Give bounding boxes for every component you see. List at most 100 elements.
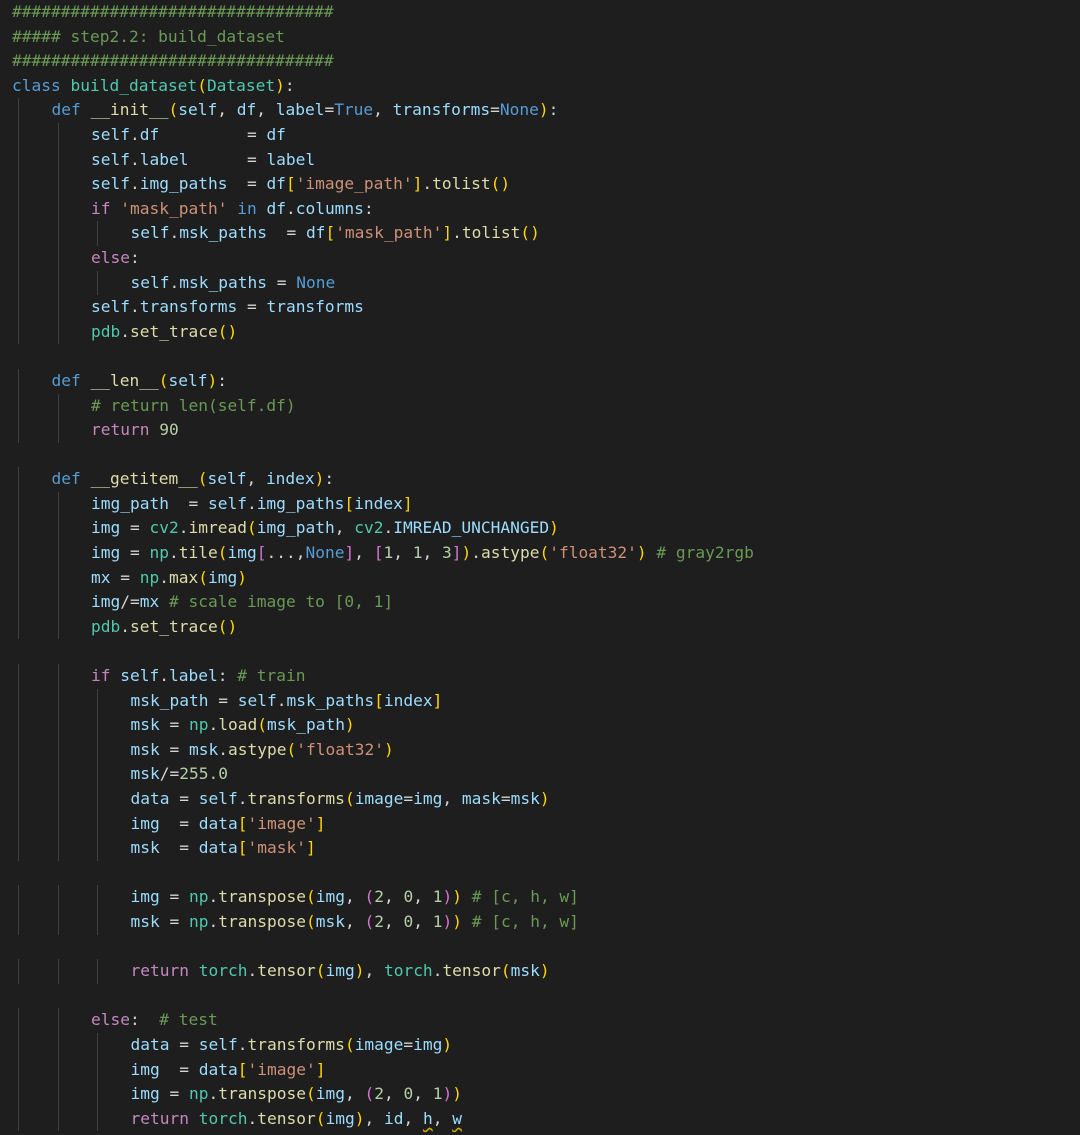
code-token: .: [129, 149, 140, 169]
code-line: img = data['image']: [12, 1057, 1076, 1083]
code-token: data: [130, 789, 170, 808]
code-token: return: [130, 961, 189, 981]
code-token: msk_path: [130, 690, 209, 710]
code-token: ]: [412, 174, 423, 194]
indent-guide: [57, 590, 59, 615]
indent-guide: [57, 1082, 59, 1107]
code-token: 'image': [247, 1059, 316, 1079]
code-token: ,: [344, 1084, 365, 1104]
code-token: .: [247, 961, 258, 981]
code-token: ): [636, 543, 647, 563]
code-token: (: [257, 715, 267, 735]
code-token: ): [354, 961, 365, 981]
code-token: index: [383, 690, 433, 710]
code-token: load: [218, 715, 258, 735]
indent-guide: [18, 565, 19, 591]
indent-guide: [57, 664, 59, 689]
code-token: id: [383, 1108, 404, 1128]
code-token: self: [178, 100, 218, 120]
code-line: def __len__(self):: [12, 368, 1076, 394]
code-token: :: [363, 198, 374, 218]
code-text: msk = np.load(msk_path): [12, 715, 355, 734]
code-line: pdb.set_trace(): [12, 614, 1076, 640]
code-token: ,: [364, 1108, 384, 1128]
code-token: None: [305, 543, 345, 563]
indent-guide: [97, 909, 98, 935]
code-text: mx = np.max(img): [12, 568, 247, 587]
code-token: 1: [412, 543, 423, 563]
indent-guide: [18, 295, 19, 320]
code-token: :: [217, 666, 228, 686]
code-token: else: [91, 247, 130, 267]
code-text: if 'mask_path' in df.columns:: [12, 199, 374, 218]
indent-guide: [97, 1057, 98, 1083]
code-line: class build_dataset(Dataset):: [12, 74, 1076, 99]
code-token: 'mask_path': [335, 223, 443, 243]
code-token: ): [207, 370, 218, 390]
code-token: 0: [403, 1084, 414, 1104]
code-token: #################################: [12, 51, 334, 71]
code-token: .: [422, 174, 433, 194]
code-line: return torch.tensor(img), torch.tensor(m…: [12, 959, 1076, 984]
code-line: # return len(self.df): [12, 393, 1076, 419]
indent-guide: [18, 1032, 19, 1058]
code-token: h: [422, 1108, 433, 1128]
code-token: .: [285, 198, 296, 218]
code-token: 1: [432, 911, 443, 931]
code-area[interactable]: ################################# ##### s…: [12, 0, 1076, 1132]
code-token: .: [208, 715, 219, 735]
code-text: def __getitem__(self, index):: [12, 469, 335, 488]
code-line: else:: [12, 245, 1076, 271]
code-token: (): [490, 174, 511, 194]
code-token: =: [403, 789, 414, 808]
code-token: 1: [432, 1084, 443, 1104]
code-token: transforms: [266, 297, 364, 317]
code-token: msk_paths: [286, 690, 375, 710]
code-token: self: [207, 493, 247, 513]
indent-guide: [97, 1106, 98, 1132]
code-token: tensor: [257, 961, 316, 981]
code-line: self.img_paths = df['image_path'].tolist…: [12, 172, 1076, 197]
indent-guide: [18, 688, 19, 714]
code-token: (: [246, 518, 257, 538]
indent-guide: [18, 541, 19, 566]
code-token: =: [120, 518, 150, 538]
code-token: tile: [178, 543, 218, 563]
code-token: None: [499, 100, 539, 120]
indent-guide: [97, 787, 98, 812]
code-token: astype: [228, 739, 287, 759]
code-token: ]: [344, 543, 355, 563]
code-token: .: [129, 297, 140, 317]
code-token: label: [139, 149, 189, 169]
code-token: .: [120, 616, 130, 636]
code-token: def: [51, 100, 81, 120]
code-token: (: [344, 1034, 355, 1054]
code-line: img = np.transpose(img, (2, 0, 1)) # [c,…: [12, 885, 1076, 910]
indent-guide: [18, 762, 19, 787]
code-token: =: [110, 567, 140, 587]
indent-guide: [18, 491, 19, 517]
code-token: tolist: [432, 174, 491, 194]
code-token: ]: [451, 543, 462, 563]
code-token: ]: [315, 1059, 326, 1079]
code-editor[interactable]: ################################# ##### s…: [0, 0, 1080, 1135]
indent-guide: [97, 1032, 98, 1058]
code-text: ##### step2.2: build_dataset: [12, 27, 285, 46]
indent-guide: [18, 885, 19, 910]
code-token: df: [266, 198, 286, 218]
code-token: ): [237, 567, 247, 587]
code-text: # return len(self.df): [12, 396, 296, 415]
code-token: ,: [413, 911, 433, 931]
code-token: =: [500, 789, 511, 808]
code-token: None: [296, 272, 336, 292]
indent-guide: [57, 516, 59, 542]
code-token: # train: [237, 666, 306, 686]
code-token: ,: [393, 543, 413, 563]
code-token: img: [413, 1034, 443, 1054]
code-token: transpose: [218, 887, 306, 907]
code-token: (: [315, 961, 326, 981]
